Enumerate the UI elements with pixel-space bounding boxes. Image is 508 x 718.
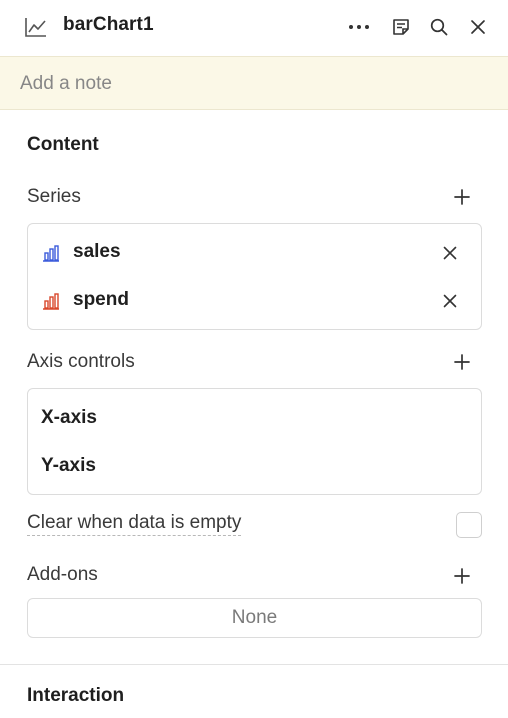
note-bar xyxy=(0,56,508,110)
series-name: spend xyxy=(73,289,129,310)
add-addon-button[interactable] xyxy=(452,566,472,586)
add-series-button[interactable] xyxy=(452,187,472,207)
axis-item-x[interactable]: X-axis xyxy=(41,407,97,429)
section-title-interaction[interactable]: Interaction xyxy=(27,685,124,707)
search-icon[interactable] xyxy=(426,14,452,40)
series-list: sales spend xyxy=(27,223,482,330)
axis-controls-list: X-axis Y-axis xyxy=(27,388,482,495)
axis-controls-label: Axis controls xyxy=(27,351,135,372)
series-item-spend[interactable]: spend xyxy=(28,281,481,321)
section-title-content: Content xyxy=(27,134,99,155)
series-name: sales xyxy=(73,241,121,262)
series-item-sales[interactable]: sales xyxy=(28,233,481,273)
axis-item-y[interactable]: Y-axis xyxy=(41,455,96,477)
remove-series-button[interactable] xyxy=(440,291,460,311)
component-title[interactable]: barChart1 xyxy=(63,14,154,36)
clear-when-empty-checkbox[interactable] xyxy=(456,512,482,538)
add-axis-control-button[interactable] xyxy=(452,352,472,372)
notes-icon[interactable] xyxy=(388,14,414,40)
section-divider xyxy=(0,664,508,665)
add-note-input[interactable] xyxy=(20,70,480,98)
close-icon[interactable] xyxy=(465,14,491,40)
series-label: Series xyxy=(27,186,81,207)
inspector-header: barChart1 xyxy=(0,0,508,56)
addons-value[interactable]: None xyxy=(27,598,482,638)
bar-chart-icon xyxy=(42,292,60,310)
addons-label: Add-ons xyxy=(27,564,98,585)
line-chart-icon xyxy=(24,16,48,38)
bar-chart-icon xyxy=(42,244,60,262)
more-icon[interactable] xyxy=(346,14,372,40)
clear-when-empty-label: Clear when data is empty xyxy=(27,512,242,536)
remove-series-button[interactable] xyxy=(440,243,460,263)
